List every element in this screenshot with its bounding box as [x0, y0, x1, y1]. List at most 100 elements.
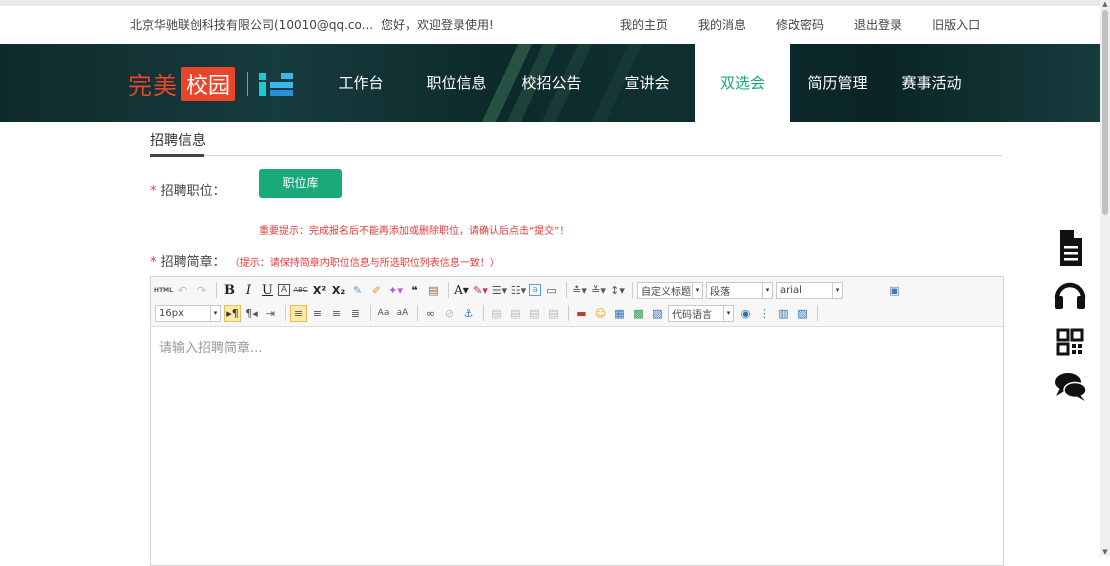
nav-competitions[interactable]: 赛事活动 [894, 44, 969, 122]
clear-doc-icon[interactable]: ▭ [543, 282, 560, 299]
font-family-value: arial [780, 284, 802, 296]
qr-code-icon[interactable] [1052, 324, 1088, 360]
link-change-password[interactable]: 修改密码 [776, 16, 824, 33]
paragraph-value: 段落 [710, 286, 730, 298]
italic-icon[interactable]: I [240, 282, 257, 299]
editor-toolbar: HTML ↶ ↷ B I U A ABC X² X₂ ✎ ✐ ✦▾ ❝ ▤ A▾… [151, 277, 1003, 327]
chat-icon[interactable] [1052, 368, 1088, 404]
code-language-value: 代码语言 [672, 309, 712, 321]
nav-announcements[interactable]: 校招公告 [514, 44, 589, 122]
undo-icon[interactable]: ↶ [174, 282, 191, 299]
page-break-icon[interactable]: ⋮ [756, 305, 773, 322]
document-icon[interactable] [1052, 228, 1088, 266]
lowercase-icon[interactable]: aA [394, 305, 411, 322]
logo-text-2: 校园 [181, 66, 236, 101]
top-links: 我的主页 我的消息 修改密码 退出登录 旧版入口 [620, 16, 1010, 33]
link-logout[interactable]: 退出登录 [854, 16, 902, 33]
editor-placeholder[interactable]: 请输入招聘简章... [159, 337, 262, 356]
insert-image-icon[interactable]: ▦ [611, 305, 628, 322]
ordered-list-icon[interactable]: ☰▾ [491, 282, 508, 299]
redo-icon[interactable]: ↷ [193, 282, 210, 299]
image-none-icon[interactable]: ▤ [488, 305, 505, 322]
emoticon-icon[interactable]: ☺ [592, 305, 609, 322]
row-spacing-top-icon[interactable]: ≛▾ [571, 282, 588, 299]
align-justify-icon[interactable]: ≣ [347, 305, 364, 322]
brief-label-row: * 招聘简章： （提示：请保持简章内职位信息与所选职位列表信息一致！） [150, 251, 500, 270]
link-old-version[interactable]: 旧版入口 [932, 16, 980, 33]
blockquote-icon[interactable]: ❝ [406, 282, 423, 299]
align-right-icon[interactable]: ≡ [328, 305, 345, 322]
font-size-select[interactable]: 16px ▾ [155, 304, 221, 322]
top-bar: 北京华驰联创科技有限公司(10010@qq.co... 您好，欢迎登录使用! 我… [0, 0, 1100, 44]
select-all-icon[interactable]: a [529, 284, 541, 296]
auto-format-icon[interactable]: ✦▾ [387, 282, 404, 299]
scroll-down-icon[interactable]: ▼ [1101, 548, 1109, 556]
indent-icon[interactable]: ⇥ [262, 305, 279, 322]
eraser-icon[interactable]: ✎ [349, 282, 366, 299]
scroll-up-icon[interactable]: ▲ [1101, 0, 1109, 8]
link-my-home[interactable]: 我的主页 [620, 16, 668, 33]
chevron-down-icon: ▾ [723, 305, 733, 321]
font-family-select[interactable]: arial ▾ [776, 281, 843, 299]
background-icon[interactable]: ▨ [794, 305, 811, 322]
code-language-select[interactable]: 代码语言 ▾ [668, 304, 734, 322]
warning-text: 重要提示：完成报名后不能再添加或删除职位，请确认后点击“提交”！ [259, 226, 570, 237]
border-icon[interactable]: A [278, 284, 290, 296]
image-center-icon[interactable]: ▤ [545, 305, 562, 322]
anchor-icon[interactable]: ⚓ [460, 305, 477, 322]
subscript-icon[interactable]: X₂ [330, 282, 347, 299]
section-divider [150, 155, 1002, 156]
uppercase-icon[interactable]: Aa [375, 305, 392, 322]
link-icon[interactable]: ∞ [422, 305, 439, 322]
html-source-icon[interactable]: HTML [154, 282, 173, 299]
line-height-icon[interactable]: ↕▾ [609, 282, 626, 299]
paragraph-select[interactable]: 段落 ▾ [706, 281, 773, 299]
unordered-list-icon[interactable]: ☷▾ [510, 282, 527, 299]
rtl-icon[interactable]: ¶◂ [243, 305, 260, 322]
superscript-icon[interactable]: X² [311, 282, 328, 299]
logo-mark-icon [259, 71, 294, 97]
welcome-text: 您好，欢迎登录使用! [381, 18, 494, 32]
image-left-icon[interactable]: ▤ [507, 305, 524, 322]
bold-icon[interactable]: B [221, 282, 238, 299]
simple-upload-icon[interactable]: ▬ [573, 305, 590, 322]
row-spacing-bottom-icon[interactable]: ≚▾ [590, 282, 607, 299]
logo-text-1: 完美 [128, 72, 178, 100]
custom-heading-select[interactable]: 自定义标题 ▾ [637, 281, 703, 299]
headset-icon[interactable] [1052, 276, 1088, 312]
underline-icon[interactable]: U [259, 282, 276, 299]
section-title: 招聘信息 [150, 133, 206, 149]
chevron-down-icon: ▾ [762, 282, 772, 298]
unlink-icon[interactable]: ⊘ [441, 305, 458, 322]
image-right-icon[interactable]: ▤ [526, 305, 543, 322]
nav-positions[interactable]: 职位信息 [419, 44, 494, 122]
template-icon[interactable]: ▥ [775, 305, 792, 322]
link-my-messages[interactable]: 我的消息 [698, 16, 746, 33]
fullscreen-icon[interactable]: ▣ [886, 282, 903, 299]
align-left-icon[interactable]: ≡ [290, 304, 307, 322]
insert-video-icon[interactable]: ▩ [630, 305, 647, 322]
nav-workbench[interactable]: 工作台 [328, 44, 394, 122]
page-scrollbar[interactable]: ▲ ▼ [1100, 0, 1110, 556]
map-icon[interactable]: ◉ [737, 305, 754, 322]
nav-resume-management[interactable]: 简历管理 [800, 44, 875, 122]
chevron-down-icon: ▾ [210, 305, 220, 321]
strikethrough-icon[interactable]: ABC [292, 282, 309, 299]
nav-job-fair[interactable]: 双选会 [695, 44, 790, 122]
toolbar-row-1: HTML ↶ ↷ B I U A ABC X² X₂ ✎ ✐ ✦▾ ❝ ▤ A▾… [154, 280, 905, 300]
ltr-icon[interactable]: ▸¶ [224, 304, 241, 322]
align-center-icon[interactable]: ≡ [309, 305, 326, 322]
brief-hint: （提示：请保持简章内职位信息与所选职位列表信息一致！） [229, 258, 500, 269]
scrollbar-thumb[interactable] [1102, 10, 1108, 215]
section-tab-underline [150, 154, 204, 157]
position-label-row: * 招聘职位： [150, 180, 226, 199]
format-brush-icon[interactable]: ✐ [368, 282, 385, 299]
chevron-down-icon: ▾ [692, 282, 702, 298]
position-library-button[interactable]: 职位库 [259, 169, 342, 198]
paste-plain-icon[interactable]: ▤ [425, 282, 442, 299]
highlight-color-icon[interactable]: ✎▾ [472, 282, 489, 299]
font-color-icon[interactable]: A▾ [453, 282, 470, 299]
logo[interactable]: 完美 校园 [128, 66, 294, 101]
nav-presentations[interactable]: 宣讲会 [614, 44, 680, 122]
attachment-icon[interactable]: ▧ [649, 305, 666, 322]
